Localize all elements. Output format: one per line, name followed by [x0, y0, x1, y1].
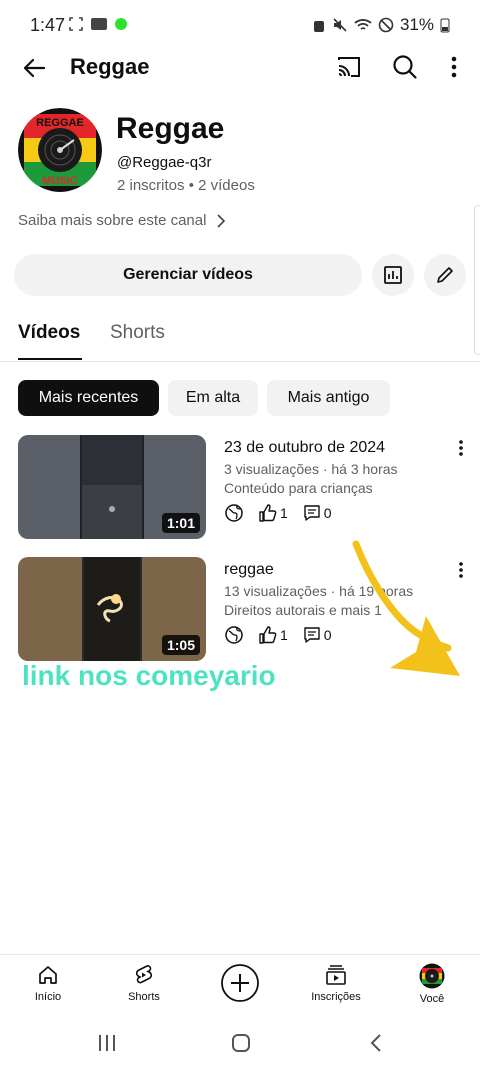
status-time: 1:47 [30, 15, 66, 35]
battery-percent: 31% [399, 15, 434, 34]
nav-you[interactable]: Você [392, 963, 472, 1005]
recent-apps-icon[interactable] [92, 1028, 122, 1058]
system-back-icon[interactable] [362, 1028, 392, 1058]
screenshot-icon [69, 17, 83, 31]
video-thumbnail[interactable]: 1:01 [18, 435, 206, 539]
video-title: 23 de outubro de 2024 [224, 439, 386, 456]
globe-icon [225, 504, 243, 522]
wifi-icon [354, 19, 372, 30]
you-avatar-icon [419, 963, 445, 989]
nav-subscriptions-label: Inscrições [311, 991, 361, 1003]
subscriptions-icon [326, 965, 346, 985]
video-meta: 3 visualizações · há 3 horas [224, 461, 398, 477]
nav-home[interactable]: Início [8, 963, 88, 1003]
video-stats: 1 0 [224, 503, 340, 523]
edit-button[interactable] [424, 254, 466, 296]
comment-icon [304, 505, 320, 521]
video-thumbnail[interactable]: 1:05 [18, 557, 206, 661]
bottom-nav: Início Shorts Inscrições Você [0, 954, 480, 1020]
create-plus-icon [221, 964, 259, 1002]
channel-meta: 2 inscritos • 2 vídeos [117, 177, 255, 194]
header-title: Reggae [70, 54, 150, 79]
chip-popular[interactable]: Em alta [168, 380, 258, 416]
avatar-text-top: REGGAE [36, 117, 84, 129]
battery-icon [440, 18, 450, 33]
back-arrow-icon[interactable] [18, 52, 50, 84]
nav-shorts-label: Shorts [128, 991, 160, 1003]
more-vert-icon[interactable] [440, 52, 468, 82]
analytics-button[interactable] [372, 254, 414, 296]
active-tab-indicator [18, 358, 82, 360]
channel-avatar[interactable]: REGGAE MUSIC [18, 108, 102, 192]
status-bar: 1:47 31% [0, 0, 480, 50]
video-sub: Conteúdo para crianças [224, 480, 373, 496]
alarm-icon [313, 21, 324, 32]
video-title: reggae [224, 561, 274, 578]
shorts-icon [135, 965, 153, 984]
video-duration: 1:05 [161, 635, 200, 655]
dnd-icon [378, 17, 394, 33]
home-button-icon[interactable] [226, 1028, 256, 1058]
comment-count: 0 [323, 505, 332, 521]
video-item[interactable]: 1:01 23 de outubro de 2024 3 visualizaçõ… [18, 435, 478, 539]
chip-oldest[interactable]: Mais antigo [267, 380, 390, 416]
avatar-text-bottom: MUSIC [42, 175, 78, 187]
channel-tabs: Vídeos Shorts [0, 318, 480, 362]
more-about-label: Saiba mais sobre este canal [18, 212, 207, 229]
nav-home-label: Início [34, 991, 62, 1003]
channel-name: Reggae [116, 112, 225, 145]
like-icon [259, 504, 277, 522]
status-right: 31% [312, 15, 450, 35]
yellow-arrow-icon [352, 540, 460, 676]
mute-icon [333, 18, 347, 32]
video-more-icon[interactable] [454, 437, 468, 459]
like-icon [259, 626, 277, 644]
video-stats: 1 0 [224, 625, 340, 645]
channel-handle: @Reggae-q3r [117, 154, 212, 171]
nav-you-label: Você [419, 993, 445, 1005]
system-nav-bar [0, 1020, 480, 1066]
analytics-icon [384, 266, 402, 284]
nav-create[interactable] [200, 963, 280, 1003]
more-about-link[interactable]: Saiba mais sobre este canal [18, 212, 226, 229]
tab-videos[interactable]: Vídeos [18, 322, 80, 344]
media-icon [91, 18, 107, 30]
reggae-logo-icon: REGGAE MUSIC [18, 108, 102, 192]
chevron-right-icon [217, 213, 226, 228]
cast-icon[interactable] [334, 52, 364, 82]
manage-videos-button[interactable]: Gerenciar vídeos [14, 254, 362, 296]
overlay-caption: link nos comeyario [22, 660, 276, 691]
like-count: 1 [280, 627, 288, 643]
globe-icon [225, 626, 243, 644]
video-duration: 1:01 [161, 513, 200, 533]
nav-shorts[interactable]: Shorts [104, 963, 184, 1003]
search-icon[interactable] [390, 52, 420, 82]
comment-icon [304, 627, 320, 643]
tab-shorts[interactable]: Shorts [110, 322, 165, 344]
status-notification-icons [68, 16, 128, 32]
app-header: Reggae [0, 44, 480, 90]
nav-subscriptions[interactable]: Inscrições [296, 963, 376, 1003]
home-icon [39, 966, 57, 984]
chip-latest[interactable]: Mais recentes [18, 380, 159, 416]
like-count: 1 [280, 505, 288, 521]
green-dot-icon [115, 18, 127, 30]
pencil-icon [437, 267, 453, 283]
